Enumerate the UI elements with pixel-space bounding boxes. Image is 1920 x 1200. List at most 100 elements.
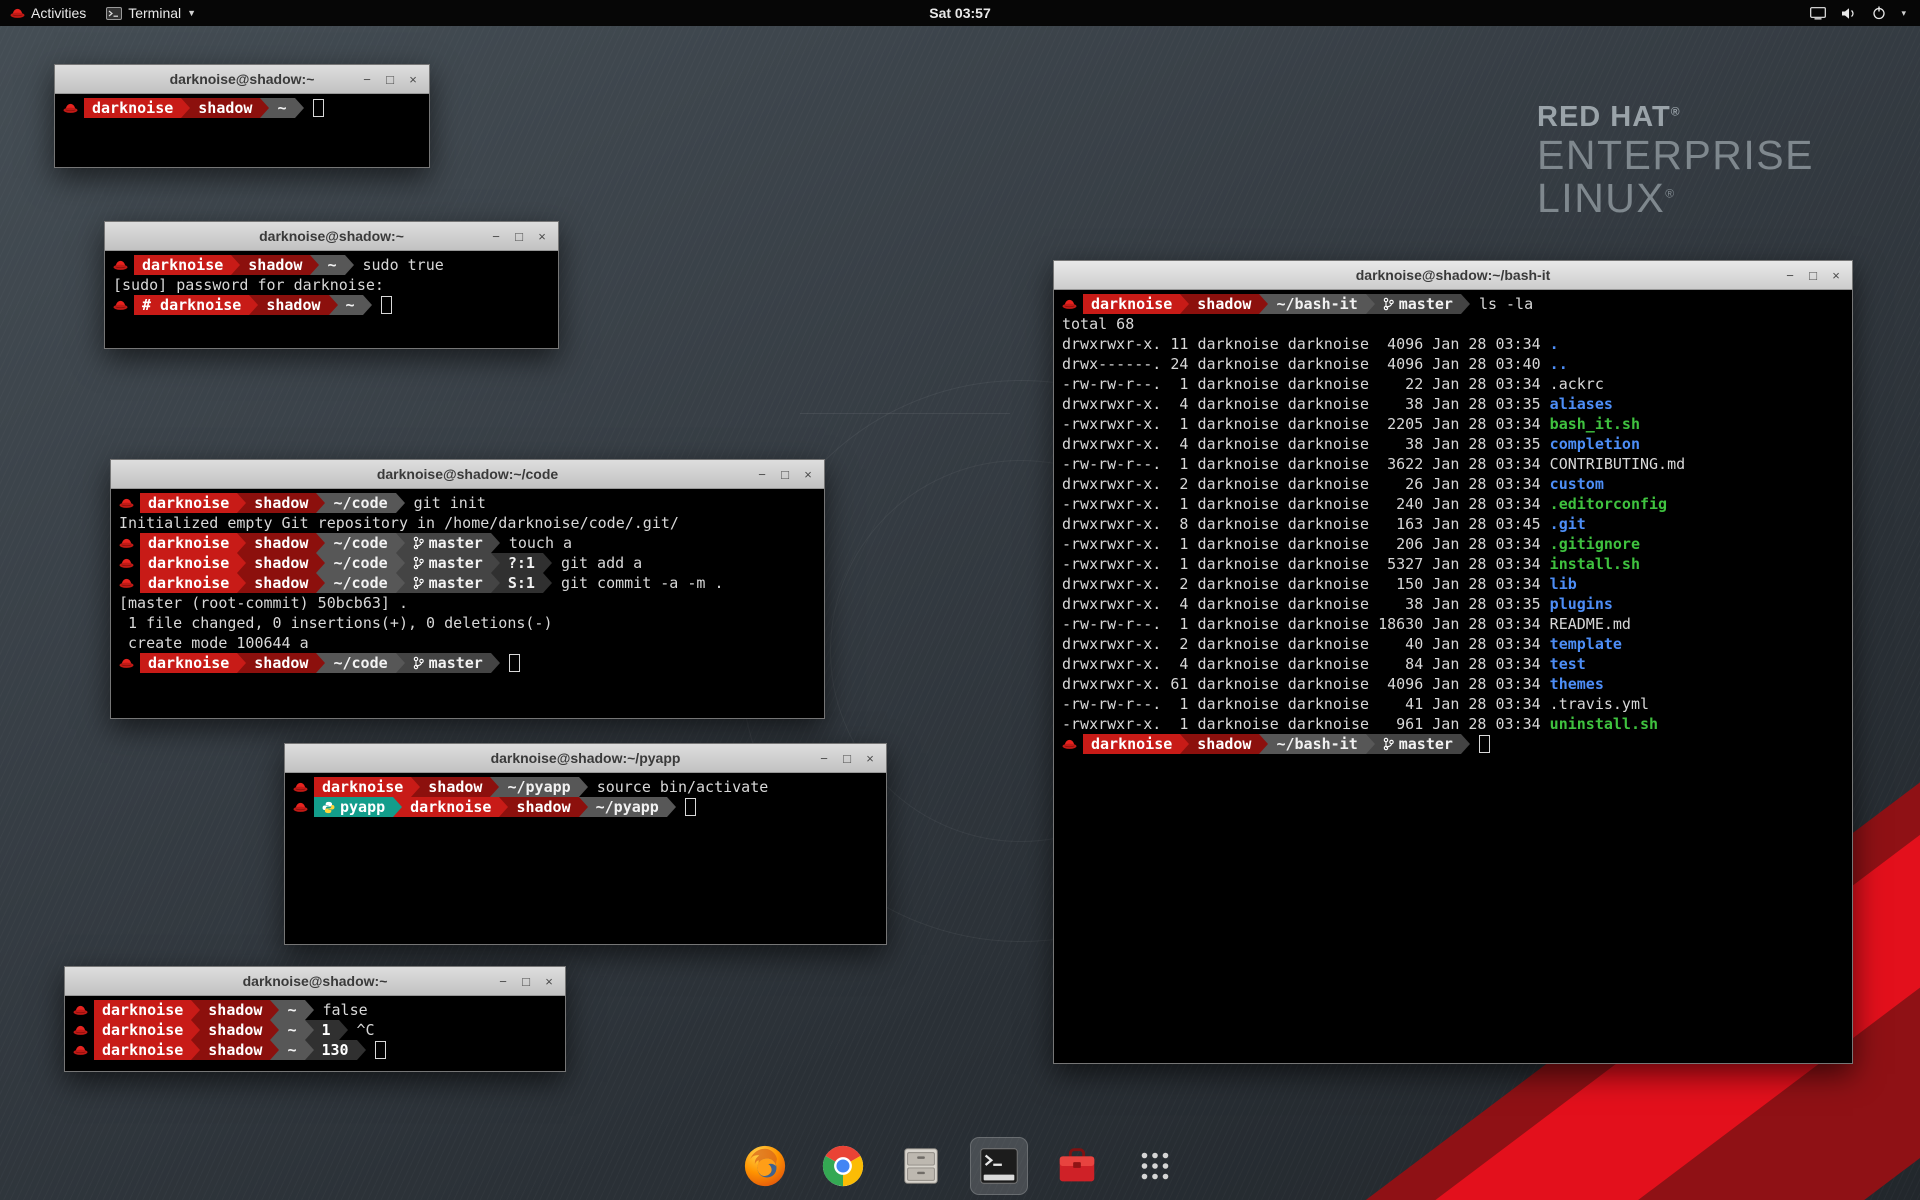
- terminal-window: darknoise@shadow:~/bash-it−□× darknoise sh…: [1053, 260, 1853, 1064]
- close-button[interactable]: ×: [1826, 265, 1846, 285]
- prompt-segment-host: shadow: [240, 255, 310, 275]
- terminal-content[interactable]: darknoiseshadow~/codegit initInitialized…: [111, 489, 824, 718]
- minimize-button[interactable]: −: [357, 69, 377, 89]
- close-button[interactable]: ×: [539, 971, 559, 991]
- terminal-prompt-line: darknoiseshadow~/bash-itmaster: [1062, 734, 1844, 754]
- dock-item-files[interactable]: [892, 1137, 950, 1195]
- file-name: test: [1550, 655, 1586, 673]
- prompt-segment-path: ~/bash-it: [1268, 734, 1365, 754]
- prompt-segment-gitstat: ?:1: [500, 553, 543, 573]
- prompt-segment-user: darknoise: [140, 553, 237, 573]
- maximize-button[interactable]: □: [380, 69, 400, 89]
- dock-item-appgrid[interactable]: [1126, 1137, 1184, 1195]
- prompt-segment-user: darknoise: [314, 777, 411, 797]
- chevron-down-icon: ▾: [1901, 9, 1906, 18]
- redhat-icon: [119, 537, 134, 549]
- power-icon[interactable]: [1872, 6, 1886, 20]
- branch-icon: [1383, 737, 1394, 751]
- minimize-button[interactable]: −: [486, 226, 506, 246]
- window-titlebar[interactable]: darknoise@shadow:~−□×: [55, 65, 429, 94]
- maximize-button[interactable]: □: [775, 464, 795, 484]
- system-status-area[interactable]: ▾: [1810, 0, 1920, 26]
- prompt-segment-host: shadow: [1189, 734, 1259, 754]
- file-list-row: drwxrwxr-x. 4 darknoise darknoise 38 Jan…: [1062, 594, 1844, 614]
- terminal-prompt-line: darknoiseshadow~/bash-itmasterls -la: [1062, 294, 1844, 314]
- terminal-cursor: [509, 654, 520, 672]
- branch-icon: [413, 536, 424, 550]
- volume-icon[interactable]: [1841, 7, 1857, 20]
- close-button[interactable]: ×: [532, 226, 552, 246]
- maximize-button[interactable]: □: [1803, 265, 1823, 285]
- minimize-button[interactable]: −: [752, 464, 772, 484]
- file-name: lib: [1550, 575, 1577, 593]
- maximize-button[interactable]: □: [837, 748, 857, 768]
- file-attributes: drwx------. 24 darknoise darknoise 4096 …: [1062, 355, 1550, 373]
- file-list-row: drwxrwxr-x. 11 darknoise darknoise 4096 …: [1062, 334, 1844, 354]
- file-list-row: -rwxrwxr-x. 1 darknoise darknoise 2205 J…: [1062, 414, 1844, 434]
- topbar-status-icons: [1810, 6, 1886, 20]
- redhat-icon: [1062, 738, 1077, 750]
- terminal-output-line: Initialized empty Git repository in /hom…: [119, 513, 816, 533]
- prompt-segment-user: darknoise: [1083, 734, 1180, 754]
- redhat-icon: [63, 102, 78, 114]
- window-titlebar[interactable]: darknoise@shadow:~−□×: [105, 222, 558, 251]
- maximize-button[interactable]: □: [516, 971, 536, 991]
- dock: [736, 1137, 1184, 1195]
- terminal-content[interactable]: darknoiseshadow~/bash-itmasterls -latota…: [1054, 290, 1852, 1063]
- prompt-segment-status: 1: [314, 1020, 339, 1040]
- window-controls: −□×: [493, 971, 565, 991]
- window-titlebar[interactable]: darknoise@shadow:~/code−□×: [111, 460, 824, 489]
- command-text: touch a: [509, 534, 572, 552]
- prompt-segment-path: ~: [338, 295, 363, 315]
- branch-icon: [413, 576, 424, 590]
- redhat-icon: [1062, 298, 1077, 310]
- minimize-button[interactable]: −: [1780, 265, 1800, 285]
- terminal-content[interactable]: darknoiseshadow~/pyappsource bin/activat…: [285, 773, 886, 944]
- file-list-row: -rw-rw-r--. 1 darknoise darknoise 3622 J…: [1062, 454, 1844, 474]
- dock-item-chrome[interactable]: [814, 1137, 872, 1195]
- powerline-separator: [579, 777, 588, 797]
- window-title: darknoise@shadow:~/bash-it: [1054, 267, 1852, 283]
- prompt-segment-git: master: [1375, 294, 1461, 314]
- file-name: README.md: [1550, 615, 1631, 633]
- activities-button[interactable]: Activities: [0, 0, 96, 26]
- dock-item-firefox[interactable]: [736, 1137, 794, 1195]
- window-titlebar[interactable]: darknoise@shadow:~−□×: [65, 967, 565, 996]
- powerline-separator: [270, 1000, 279, 1020]
- dock-item-toolbox[interactable]: [1048, 1137, 1106, 1195]
- close-button[interactable]: ×: [860, 748, 880, 768]
- terminal-prompt-line: darknoiseshadow~sudo true: [113, 255, 550, 275]
- powerline-separator: [191, 1020, 200, 1040]
- terminal-prompt-line: darknoiseshadow~false: [73, 1000, 557, 1020]
- terminal-cursor: [1479, 735, 1490, 753]
- powerline-separator: [305, 1020, 314, 1040]
- file-name: uninstall.sh: [1550, 715, 1658, 733]
- terminal-prompt-line: darknoiseshadow~/codemaster?:1git add a: [119, 553, 816, 573]
- terminal-content[interactable]: darknoiseshadow~sudo true[sudo] password…: [105, 251, 558, 348]
- clock[interactable]: Sat 03:57: [929, 5, 990, 21]
- minimize-button[interactable]: −: [493, 971, 513, 991]
- prompt-segment-host: shadow: [190, 98, 260, 118]
- file-attributes: drwxrwxr-x. 2 darknoise darknoise 40 Jan…: [1062, 635, 1550, 653]
- maximize-button[interactable]: □: [509, 226, 529, 246]
- redhat-icon: [119, 497, 134, 509]
- window-titlebar[interactable]: darknoise@shadow:~/bash-it−□×: [1054, 261, 1852, 290]
- powerline-separator: [1259, 734, 1268, 754]
- display-icon[interactable]: [1810, 7, 1826, 20]
- file-list-row: -rw-rw-r--. 1 darknoise darknoise 41 Jan…: [1062, 694, 1844, 714]
- close-button[interactable]: ×: [798, 464, 818, 484]
- app-menu-terminal[interactable]: Terminal ▼: [96, 0, 206, 26]
- terminal-content[interactable]: darknoiseshadow~: [55, 94, 429, 167]
- file-name: install.sh: [1550, 555, 1640, 573]
- terminal-content[interactable]: darknoiseshadow~falsedarknoiseshadow~1^C…: [65, 996, 565, 1071]
- file-name: .travis.yml: [1550, 695, 1649, 713]
- close-button[interactable]: ×: [403, 69, 423, 89]
- toolbox-icon: [1054, 1143, 1100, 1189]
- window-titlebar[interactable]: darknoise@shadow:~/pyapp−□×: [285, 744, 886, 773]
- file-name: .git: [1550, 515, 1586, 533]
- minimize-button[interactable]: −: [814, 748, 834, 768]
- terminal-prompt-line: darknoiseshadow~/codemastertouch a: [119, 533, 816, 553]
- file-attributes: drwxrwxr-x. 4 darknoise darknoise 38 Jan…: [1062, 595, 1550, 613]
- dock-item-terminal[interactable]: [970, 1137, 1028, 1195]
- command-text: ls -la: [1479, 295, 1533, 313]
